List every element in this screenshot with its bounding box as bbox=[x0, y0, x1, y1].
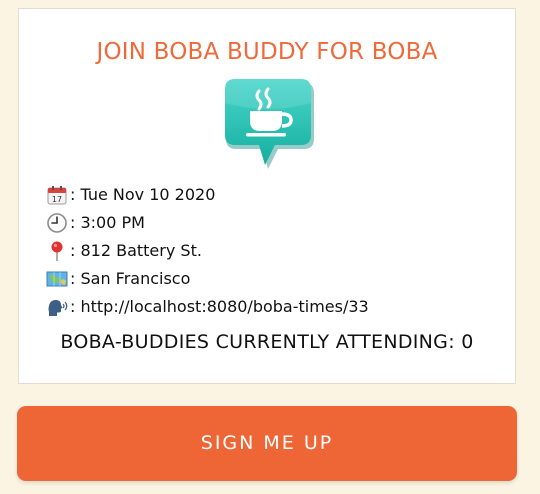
time-row: : 3:00 PM bbox=[46, 209, 369, 237]
attending-count: BOBA-BUDDIES CURRENTLY ATTENDING: 0 bbox=[60, 331, 474, 353]
event-time: : 3:00 PM bbox=[70, 213, 145, 232]
coffee-cup-speech-bubble-icon bbox=[225, 79, 314, 169]
speaking-head-icon bbox=[48, 300, 68, 316]
calendar-icon: 17 bbox=[47, 186, 67, 205]
date-row: 17 : Tue Nov 10 2020 bbox=[46, 181, 369, 209]
link-row: : http://localhost:8080/boba-times/33 bbox=[46, 293, 369, 321]
event-address: : 812 Battery St. bbox=[70, 241, 202, 260]
event-title: JOIN BOBA BUDDY FOR BOBA bbox=[96, 39, 438, 65]
sign-me-up-button[interactable]: SIGN ME UP bbox=[17, 406, 517, 481]
event-link[interactable]: : http://localhost:8080/boba-times/33 bbox=[70, 293, 369, 321]
city-row: : San Francisco bbox=[46, 265, 369, 293]
svg-text:17: 17 bbox=[52, 195, 62, 204]
event-date: : Tue Nov 10 2020 bbox=[70, 185, 216, 204]
event-details: 17 : Tue Nov 10 2020 : 3:00 PM : 812 Bat… bbox=[46, 181, 369, 321]
clock-icon bbox=[47, 213, 67, 233]
map-icon bbox=[46, 271, 68, 287]
address-row: : 812 Battery St. bbox=[46, 237, 369, 265]
event-card: JOIN BOBA BUDDY FOR BOBA 17 : Tue Nov 10… bbox=[18, 8, 516, 384]
event-city: : San Francisco bbox=[70, 269, 191, 288]
pushpin-icon bbox=[51, 241, 63, 261]
